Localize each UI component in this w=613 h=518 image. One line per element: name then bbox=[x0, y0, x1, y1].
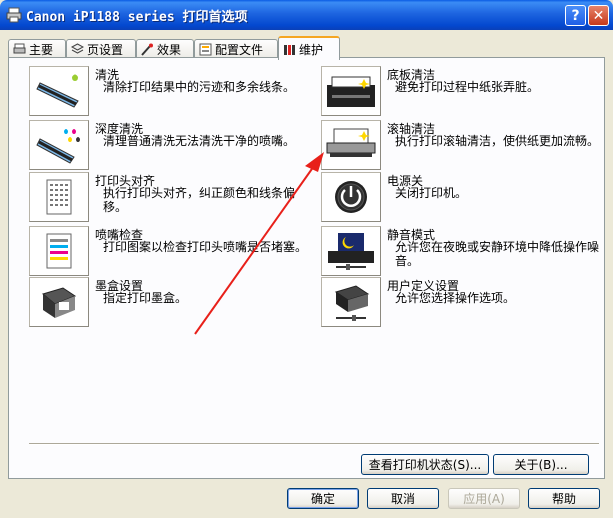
cleaning-item[interactable]: 清洗 清除打印结果中的污迹和多余线条。 bbox=[29, 66, 309, 116]
custom-settings-button[interactable] bbox=[321, 277, 381, 327]
cleaning-icon bbox=[36, 74, 79, 108]
close-icon: ✕ bbox=[592, 7, 605, 24]
item-desc: 允许您选择操作选项。 bbox=[395, 291, 516, 305]
nozzle-check-button[interactable] bbox=[29, 226, 89, 276]
tab-profile[interactable]: 配置文件 bbox=[194, 39, 278, 59]
roller-cleaning-button[interactable] bbox=[321, 120, 381, 170]
roller-cleaning-item[interactable]: 滚轴清洁 执行打印滚轴清洁，使供纸更加流畅。 bbox=[321, 120, 601, 170]
deep-cleaning-button[interactable] bbox=[29, 120, 89, 170]
tab-label: 效果 bbox=[157, 43, 182, 57]
page-setup-icon bbox=[71, 43, 84, 54]
tab-label: 配置文件 bbox=[215, 43, 264, 57]
about-button[interactable]: 关于(B)... bbox=[493, 454, 589, 475]
ink-cartridge-button[interactable] bbox=[29, 277, 89, 327]
tab-effects[interactable]: 效果 bbox=[136, 39, 194, 59]
roller-cleaning-icon bbox=[326, 128, 376, 157]
nozzle-check-item[interactable]: 喷嘴检查 打印图案以检查打印头喷嘴是否堵塞。 bbox=[29, 226, 309, 276]
main-icon bbox=[13, 43, 26, 54]
item-desc: 清除打印结果中的污迹和多余线条。 bbox=[103, 80, 296, 94]
help-icon: ? bbox=[571, 7, 580, 24]
print-head-alignment-item[interactable]: 打印头对齐 执行打印头对齐，纠正颜色和线条偏移。 bbox=[29, 172, 309, 222]
item-desc: 允许您在夜晚或安静环境中降低操作噪音。 bbox=[395, 240, 600, 268]
bottom-plate-cleaning-button[interactable] bbox=[321, 66, 381, 116]
bottom-plate-cleaning-icon bbox=[327, 76, 375, 107]
maintenance-panel: 清洗 清除打印结果中的污迹和多余线条。 深度清洗 清理普通清洗无法清洗干净的喷嘴… bbox=[8, 57, 605, 479]
quiet-mode-button[interactable] bbox=[321, 226, 381, 276]
print-head-alignment-icon bbox=[46, 179, 72, 215]
view-printer-status-button[interactable]: 查看打印机状态(S)... bbox=[361, 454, 489, 475]
effects-icon bbox=[141, 43, 153, 56]
apply-button[interactable]: 应用(A) bbox=[448, 488, 520, 509]
item-desc: 执行打印头对齐，纠正颜色和线条偏移。 bbox=[103, 186, 296, 214]
item-desc: 指定打印墨盒。 bbox=[103, 291, 188, 305]
item-desc: 执行打印滚轴清洁，使供纸更加流畅。 bbox=[395, 134, 600, 148]
help-title-button[interactable]: ? bbox=[565, 5, 586, 26]
nozzle-check-icon bbox=[46, 233, 72, 269]
ink-cartridge-icon bbox=[41, 287, 77, 318]
printer-app-icon bbox=[6, 7, 22, 23]
tab-page-setup[interactable]: 页设置 bbox=[66, 39, 136, 59]
quiet-mode-icon bbox=[328, 233, 374, 270]
maintenance-icon bbox=[284, 44, 295, 55]
item-desc: 避免打印过程中纸张弄脏。 bbox=[395, 80, 540, 94]
deep-cleaning-item[interactable]: 深度清洗 清理普通清洗无法清洗干净的喷嘴。 bbox=[29, 120, 309, 170]
power-off-button[interactable] bbox=[321, 172, 381, 222]
tab-label: 页设置 bbox=[87, 43, 124, 57]
item-desc: 打印图案以检查打印头喷嘴是否堵塞。 bbox=[103, 240, 308, 254]
bottom-plate-cleaning-item[interactable]: 底板清洁 避免打印过程中纸张弄脏。 bbox=[321, 66, 601, 116]
profile-icon bbox=[199, 43, 212, 56]
print-head-alignment-button[interactable] bbox=[29, 172, 89, 222]
title-bar: Canon iP1188 series 打印首选项 ? ✕ bbox=[0, 0, 613, 30]
item-desc: 清理普通清洗无法清洗干净的喷嘴。 bbox=[103, 134, 296, 148]
custom-settings-item[interactable]: 用户定义设置 允许您选择操作选项。 bbox=[321, 277, 601, 327]
cleaning-button[interactable] bbox=[29, 66, 89, 116]
item-desc: 关闭打印机。 bbox=[395, 186, 468, 200]
cancel-button[interactable]: 取消 bbox=[367, 488, 439, 509]
power-off-item[interactable]: 电源关 关闭打印机。 bbox=[321, 172, 601, 222]
panel-divider bbox=[29, 443, 599, 445]
deep-cleaning-icon bbox=[36, 129, 80, 164]
close-title-button[interactable]: ✕ bbox=[588, 5, 609, 26]
tab-main[interactable]: 主要 bbox=[8, 39, 66, 59]
custom-settings-icon bbox=[334, 285, 370, 321]
help-button[interactable]: 帮助 bbox=[528, 488, 600, 509]
tab-label: 主要 bbox=[29, 43, 54, 57]
power-icon bbox=[335, 181, 367, 213]
tab-label: 维护 bbox=[299, 42, 324, 57]
ok-button[interactable]: 确定 bbox=[287, 488, 359, 509]
ink-cartridge-item[interactable]: 墨盒设置 指定打印墨盒。 bbox=[29, 277, 309, 327]
window-title: Canon iP1188 series 打印首选项 bbox=[26, 10, 248, 25]
tab-maintenance[interactable]: 维护 bbox=[278, 36, 340, 60]
quiet-mode-item[interactable]: 静音模式 允许您在夜晚或安静环境中降低操作噪音。 bbox=[321, 226, 601, 276]
